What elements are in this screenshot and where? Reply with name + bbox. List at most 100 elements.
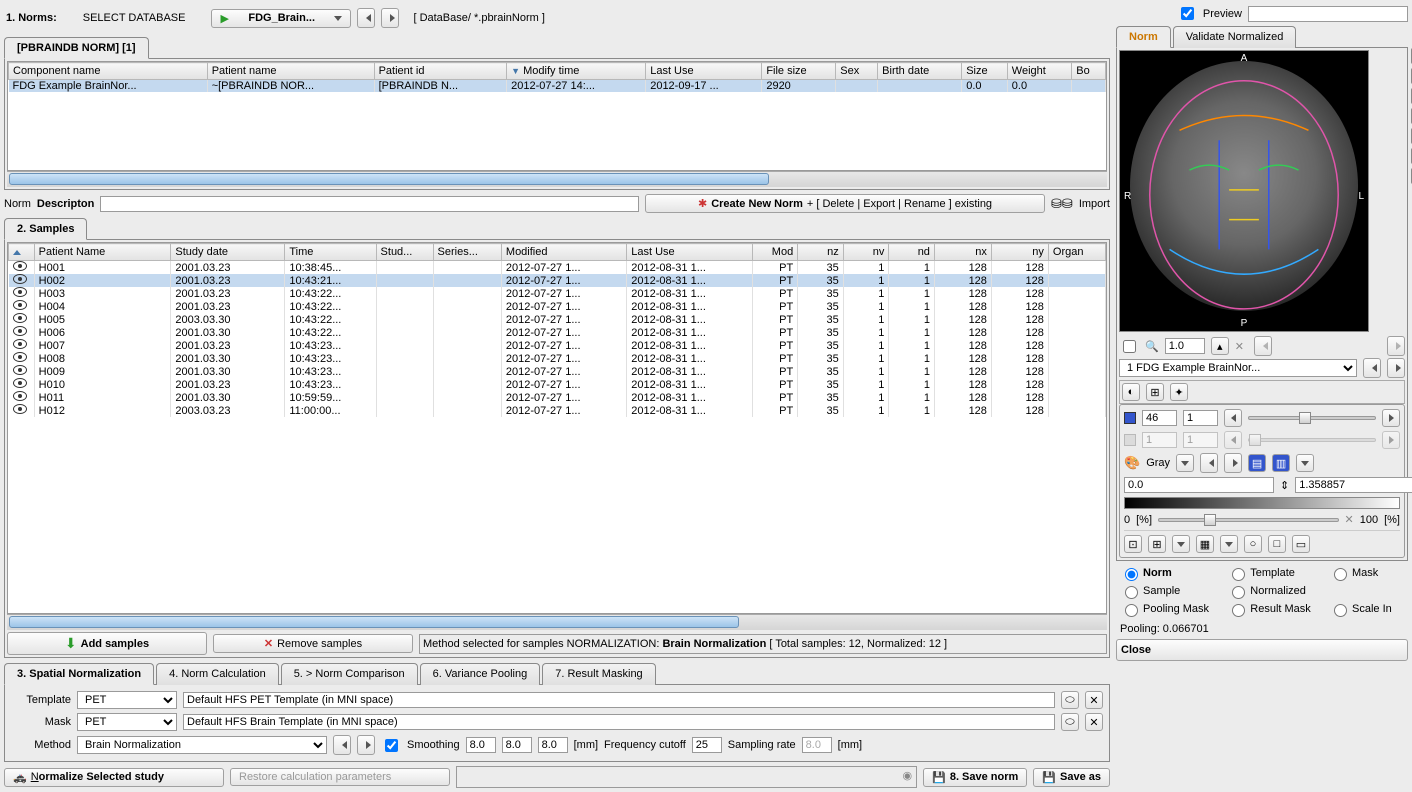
proc-tab-0[interactable]: 3. Spatial Normalization bbox=[4, 663, 154, 685]
samples-col-0[interactable]: Patient Name bbox=[34, 244, 171, 261]
samples-col-4[interactable]: Series... bbox=[433, 244, 501, 261]
table-row[interactable]: H0042001.03.2310:43:22...2012-07-27 1...… bbox=[9, 300, 1106, 313]
norm-col-5[interactable]: File size bbox=[762, 63, 836, 80]
template-link-icon[interactable]: ⬭ bbox=[1061, 691, 1079, 709]
proc-tab-2[interactable]: 5. > Norm Comparison bbox=[281, 663, 418, 685]
radio-template[interactable]: Template bbox=[1227, 565, 1323, 581]
smoothing-check[interactable] bbox=[385, 739, 398, 752]
cm-dropdown2[interactable] bbox=[1296, 454, 1314, 472]
table-row[interactable]: H0062001.03.3010:43:22...2012-07-27 1...… bbox=[9, 326, 1106, 339]
cm-opt1[interactable]: ▤ bbox=[1248, 454, 1266, 472]
brain-preview[interactable]: A P R L bbox=[1119, 50, 1369, 332]
zoom-clear[interactable]: ✕ bbox=[1235, 340, 1244, 353]
norm-col-6[interactable]: Sex bbox=[836, 63, 878, 80]
table-row[interactable]: H0112001.03.3010:59:59...2012-07-27 1...… bbox=[9, 391, 1106, 404]
max-input[interactable] bbox=[1295, 477, 1412, 493]
proc-tab-4[interactable]: 7. Result Masking bbox=[542, 663, 655, 685]
db-prev[interactable] bbox=[357, 8, 375, 28]
radio-result-mask[interactable]: Result Mask bbox=[1227, 601, 1323, 617]
samples-col-2[interactable]: Time bbox=[285, 244, 376, 261]
remove-samples-button[interactable]: ✕ Remove samples bbox=[213, 634, 413, 653]
zoom-prev[interactable] bbox=[1254, 336, 1272, 356]
table-row[interactable]: H0012001.03.2310:38:45...2012-07-27 1...… bbox=[9, 261, 1106, 275]
create-norm-button[interactable]: ✱ Create New Norm + [ Delete | Export | … bbox=[645, 194, 1045, 213]
samples-col-10[interactable]: nd bbox=[889, 244, 935, 261]
palette-icon[interactable]: 🎨 bbox=[1124, 455, 1140, 471]
radio-pooling-mask[interactable]: Pooling Mask bbox=[1120, 601, 1221, 617]
import-label[interactable]: Import bbox=[1079, 198, 1110, 210]
mask-link-icon[interactable]: ⬭ bbox=[1061, 713, 1079, 731]
smooth-y[interactable] bbox=[502, 737, 532, 753]
series-dropdown[interactable]: 1 FDG Example BrainNor... bbox=[1119, 359, 1357, 377]
tool-b[interactable]: ⊞ bbox=[1148, 535, 1166, 553]
samples-col-12[interactable]: ny bbox=[991, 244, 1048, 261]
cm-next[interactable] bbox=[1224, 453, 1242, 473]
norm-db-tab[interactable]: [PBRAINDB NORM] [1] bbox=[4, 37, 149, 59]
samples-col-3[interactable]: Stud... bbox=[376, 244, 433, 261]
template-select[interactable]: PET bbox=[77, 691, 177, 709]
tool-f[interactable]: ▭ bbox=[1292, 535, 1310, 553]
table-row[interactable]: H0032001.03.2310:43:22...2012-07-27 1...… bbox=[9, 287, 1106, 300]
template-clear[interactable]: ✕ bbox=[1085, 691, 1103, 709]
series-prev[interactable] bbox=[1363, 358, 1381, 378]
proc-tab-1[interactable]: 4. Norm Calculation bbox=[156, 663, 279, 685]
db-dropdown[interactable]: ▶ FDG_Brain... bbox=[211, 9, 351, 28]
radio-norm[interactable]: Norm bbox=[1120, 565, 1221, 581]
samples-col-7[interactable]: Mod bbox=[752, 244, 798, 261]
pct-slider[interactable] bbox=[1158, 518, 1338, 522]
table-row[interactable]: FDG Example BrainNor...~[PBRAINDB NOR...… bbox=[9, 80, 1106, 93]
tool-b-drop[interactable] bbox=[1172, 535, 1190, 553]
samples-col-13[interactable]: Organ bbox=[1048, 244, 1105, 261]
mask-clear[interactable]: ✕ bbox=[1085, 713, 1103, 731]
min-input[interactable] bbox=[1124, 477, 1274, 493]
tool-d[interactable]: ○ bbox=[1244, 535, 1262, 553]
zoom-check[interactable] bbox=[1123, 340, 1136, 353]
norm-col-3[interactable]: ▼ Modify time bbox=[507, 63, 646, 80]
mode-2[interactable]: ⊞ bbox=[1146, 383, 1164, 401]
template-desc[interactable] bbox=[183, 692, 1055, 708]
range-b[interactable] bbox=[1183, 410, 1218, 426]
table-row[interactable]: H0102001.03.2310:43:23...2012-07-27 1...… bbox=[9, 378, 1106, 391]
preview-check[interactable] bbox=[1181, 7, 1194, 20]
cm-opt2[interactable]: ▥ bbox=[1272, 454, 1290, 472]
range-slider-1[interactable] bbox=[1248, 416, 1376, 420]
add-samples-button[interactable]: ⬇ Add samples bbox=[7, 632, 207, 655]
samples-col-6[interactable]: Last Use bbox=[627, 244, 752, 261]
close-button[interactable]: Close bbox=[1116, 639, 1408, 661]
link-icon[interactable]: ⇕ bbox=[1280, 479, 1289, 492]
tool-a[interactable]: ⊡ bbox=[1124, 535, 1142, 553]
restore-button[interactable]: Restore calculation parameters bbox=[230, 768, 450, 786]
norm-scrollbar[interactable] bbox=[7, 171, 1107, 187]
radio-normalized[interactable]: Normalized bbox=[1227, 583, 1323, 599]
freq-input[interactable] bbox=[692, 737, 722, 753]
save-as-button[interactable]: 💾 Save as bbox=[1033, 768, 1110, 787]
smooth-x[interactable] bbox=[466, 737, 496, 753]
norm-tab[interactable]: Norm bbox=[1116, 26, 1171, 48]
color-box-1[interactable] bbox=[1124, 412, 1136, 424]
table-row[interactable]: H0022001.03.2310:43:21...2012-07-27 1...… bbox=[9, 274, 1106, 287]
zoom-icon[interactable]: 🔍 bbox=[1145, 340, 1159, 353]
range-prev[interactable] bbox=[1224, 409, 1242, 427]
radio-scale-in[interactable]: Scale In bbox=[1329, 601, 1404, 617]
mode-3[interactable]: ✦ bbox=[1170, 383, 1188, 401]
norm-col-4[interactable]: Last Use bbox=[646, 63, 762, 80]
mode-1[interactable]: ◐ bbox=[1122, 383, 1140, 401]
tool-c[interactable]: ▦ bbox=[1196, 535, 1214, 553]
normalize-button[interactable]: 🚓 Normalize Selected study bbox=[4, 768, 224, 787]
mask-select[interactable]: PET bbox=[77, 713, 177, 731]
range-a[interactable] bbox=[1142, 410, 1177, 426]
zoom-next[interactable] bbox=[1387, 336, 1405, 356]
table-row[interactable]: H0122003.03.2311:00:00...2012-07-27 1...… bbox=[9, 404, 1106, 417]
samples-col-9[interactable]: nv bbox=[843, 244, 889, 261]
method-prev[interactable] bbox=[333, 735, 351, 755]
db-next[interactable] bbox=[381, 8, 399, 28]
norm-col-7[interactable]: Birth date bbox=[878, 63, 962, 80]
norm-col-2[interactable]: Patient id bbox=[374, 63, 507, 80]
tool-c-drop[interactable] bbox=[1220, 535, 1238, 553]
samples-sort[interactable] bbox=[9, 244, 35, 261]
norm-col-10[interactable]: Bo bbox=[1072, 63, 1106, 80]
range-next[interactable] bbox=[1382, 409, 1400, 427]
samples-scrollbar[interactable] bbox=[7, 614, 1107, 630]
norm-col-8[interactable]: Size bbox=[962, 63, 1008, 80]
norm-col-1[interactable]: Patient name bbox=[207, 63, 374, 80]
